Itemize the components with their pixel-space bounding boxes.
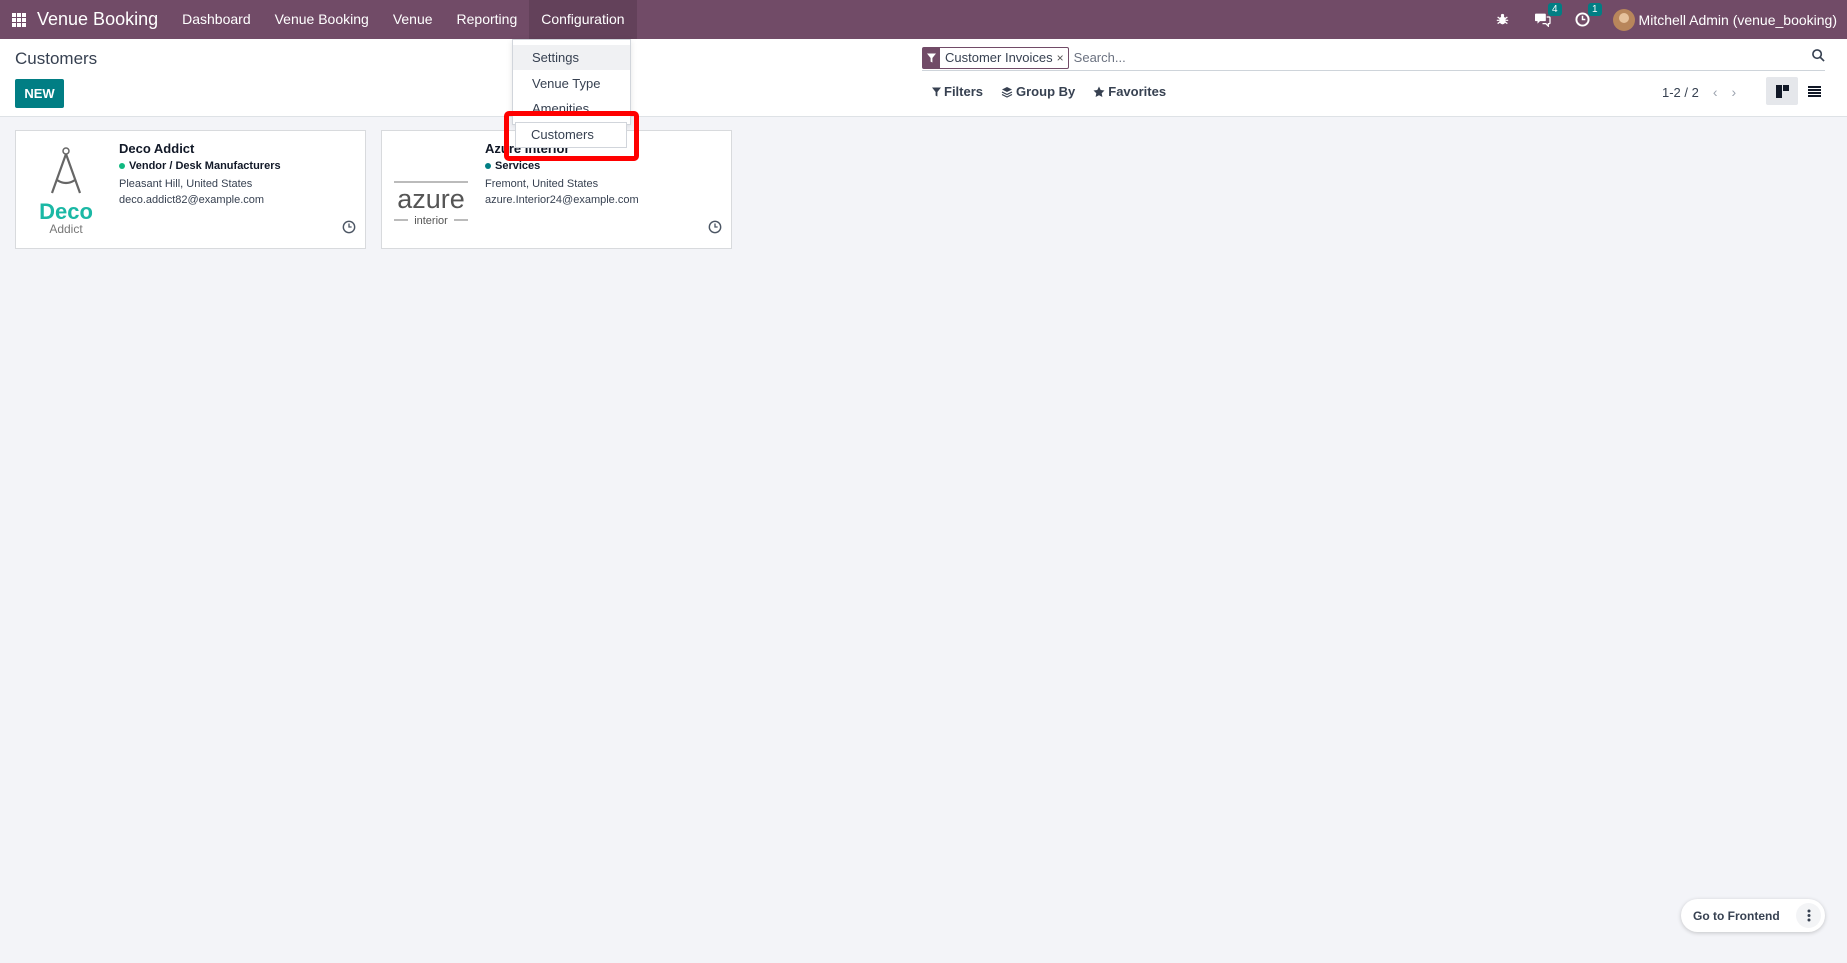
control-panel: Customers NEW Customer Invoices × Filter…: [0, 39, 1847, 117]
messages-icon[interactable]: 4: [1534, 2, 1562, 29]
activity-clock-icon[interactable]: [708, 220, 722, 239]
customer-card[interactable]: Deco Addict Deco Addict Vendor / Desk Ma…: [15, 130, 366, 249]
tag-dot-icon: [485, 163, 491, 169]
menu-venue[interactable]: Venue: [381, 0, 445, 39]
customer-tag-label: Vendor / Desk Manufacturers: [129, 160, 281, 172]
app-brand[interactable]: Venue Booking: [37, 9, 158, 30]
favorites-label: Favorites: [1108, 84, 1167, 99]
pager-previous-icon[interactable]: ‹: [1713, 84, 1718, 100]
customer-tag-label: Services: [495, 160, 541, 172]
page-title: Customers: [15, 49, 98, 68]
search-facet: Customer Invoices ×: [922, 46, 1069, 69]
more-options-icon[interactable]: [1796, 903, 1821, 928]
search-input[interactable]: [1073, 50, 1825, 65]
menu-item-venue-type[interactable]: Venue Type: [513, 71, 630, 96]
filters-button[interactable]: Filters: [932, 84, 983, 99]
debug-bug-icon[interactable]: [1494, 11, 1512, 29]
facet-remove-icon[interactable]: ×: [1057, 51, 1068, 65]
logo-sub-text: Addict: [49, 222, 83, 235]
customer-logo: azure interior: [390, 145, 472, 235]
customer-tag: Vendor / Desk Manufacturers: [119, 160, 281, 172]
menu-configuration[interactable]: Configuration: [529, 0, 637, 39]
search-bar: Customer Invoices ×: [922, 45, 1825, 71]
customer-name: Deco Addict: [119, 141, 195, 156]
star-icon: [1093, 86, 1105, 97]
filter-bar: Filters Group By Favorites: [932, 84, 1184, 99]
pager-next-icon[interactable]: ›: [1732, 84, 1737, 100]
customer-address: Fremont, United States: [485, 178, 599, 190]
filters-label: Filters: [944, 84, 984, 99]
groupby-button[interactable]: Group By: [1001, 84, 1075, 99]
frontend-widget: Go to Frontend: [1681, 899, 1825, 932]
user-menu[interactable]: Mitchell Admin (venue_booking): [1612, 8, 1837, 31]
customer-tag: Services: [485, 160, 639, 172]
logo-main-text: azure: [397, 184, 465, 214]
new-button[interactable]: NEW: [15, 79, 64, 108]
activity-clock-icon[interactable]: [342, 220, 356, 239]
main-navbar: Venue Booking Dashboard Venue Booking Ve…: [0, 0, 1847, 39]
search-icon[interactable]: [1812, 49, 1825, 67]
activities-count-badge: 1: [1587, 2, 1602, 16]
logo-main-text: Deco: [39, 199, 93, 224]
activities-clock-icon[interactable]: 1: [1574, 2, 1602, 29]
tag-dot-icon: [119, 163, 125, 169]
filter-facet-icon: [923, 47, 940, 68]
groupby-label: Group By: [1016, 84, 1076, 99]
list-view-icon[interactable]: [1798, 77, 1830, 105]
logo-sub-text: interior: [414, 215, 448, 227]
filter-icon: [932, 87, 941, 96]
apps-menu-icon[interactable]: [12, 12, 26, 27]
menu-reporting[interactable]: Reporting: [445, 0, 530, 39]
menu-dashboard[interactable]: Dashboard: [170, 0, 263, 39]
menu-item-settings[interactable]: Settings: [513, 45, 630, 70]
customer-address: Pleasant Hill, United States: [119, 178, 253, 190]
layers-icon: [1001, 86, 1013, 98]
go-to-frontend-button[interactable]: Go to Frontend: [1681, 909, 1780, 923]
messages-count-badge: 4: [1547, 2, 1562, 16]
customer-logo: Deco Addict: [30, 145, 102, 236]
user-avatar: [1612, 8, 1635, 31]
customer-email: deco.addict82@example.com: [119, 194, 265, 206]
pager: 1-2 / 2 ‹ ›: [1662, 84, 1736, 100]
user-name: Mitchell Admin (venue_booking): [1638, 11, 1837, 28]
customer-email: azure.Interior24@example.com: [485, 194, 639, 206]
facet-label: Customer Invoices: [945, 50, 1053, 65]
pager-value[interactable]: 1-2 / 2: [1662, 85, 1699, 100]
favorites-button[interactable]: Favorites: [1093, 84, 1166, 99]
menu-item-customers[interactable]: Customers: [515, 122, 627, 148]
kanban-view-icon[interactable]: [1766, 77, 1798, 105]
menu-venue-booking[interactable]: Venue Booking: [263, 0, 381, 39]
